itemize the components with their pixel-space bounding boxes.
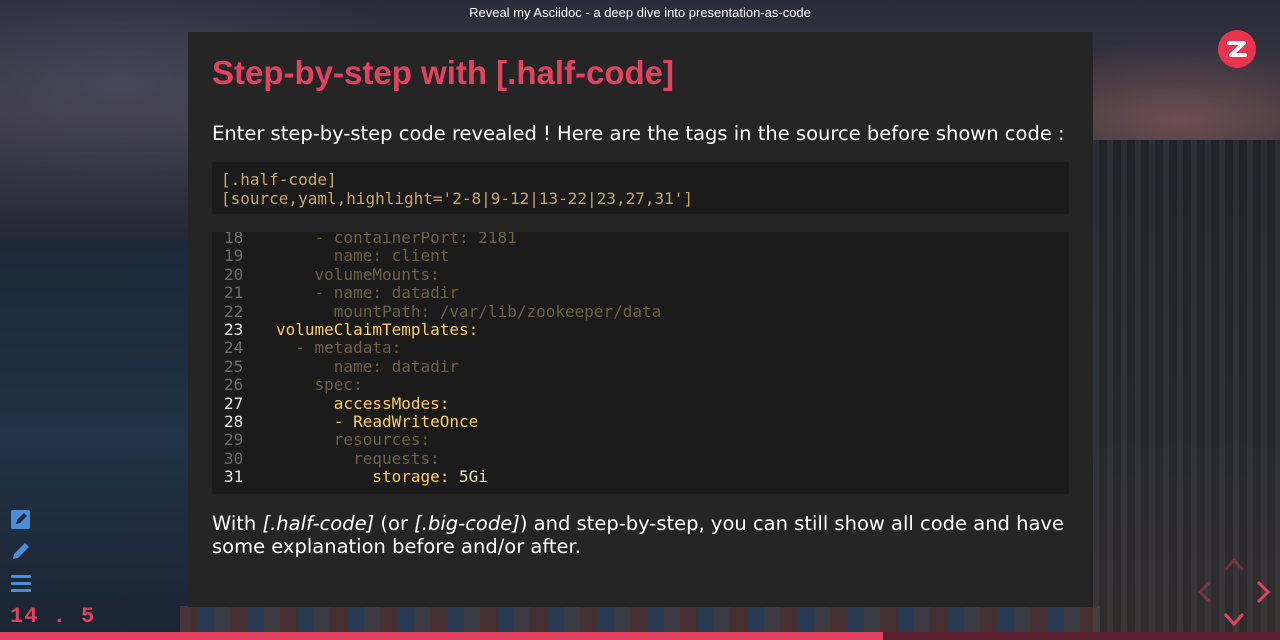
code-key: volumeClaimTemplates: — [276, 320, 479, 339]
navigation-arrows-icon[interactable] — [1196, 556, 1272, 628]
progress-fill — [0, 632, 884, 640]
edit-icon[interactable] — [10, 508, 32, 530]
outro-text: (or — [374, 512, 415, 535]
code-block: 18 - containerPort: 2181 19 name: client 2… — [212, 232, 1069, 494]
code-text: name: client — [276, 246, 450, 266]
line-number: 22 — [224, 301, 244, 321]
slide-outro: With [.half-code] (or [.big-code]) and s… — [212, 512, 1072, 558]
outro-text: With — [212, 512, 263, 535]
code-key: - ReadWriteOnce — [276, 412, 479, 431]
line-number: 29 — [224, 430, 244, 450]
line-number: 24 — [224, 338, 244, 358]
side-toolbar — [10, 508, 32, 604]
presentation-title: Reveal my Asciidoc - a deep dive into pr… — [469, 5, 811, 20]
code-value: 5Gi — [449, 467, 488, 487]
slide-title: Step-by-step with [.half-code] — [212, 54, 674, 91]
slide-intro: Enter step-by-step code revealed ! Here … — [212, 122, 1065, 145]
outro-code-ref: [.big-code] — [414, 512, 520, 535]
code-key: name: client — [276, 246, 450, 266]
code-key: requests: — [276, 448, 440, 468]
source-tag-line: [source,yaml,highlight='2-8|9-12|13-22|2… — [221, 189, 694, 208]
code-text: spec: — [276, 376, 363, 394]
line-number: 27 — [224, 393, 244, 413]
line-number: 20 — [224, 264, 244, 284]
code-key: - metadata: — [276, 338, 402, 358]
code-text: requests: — [276, 448, 440, 468]
code-text: - ReadWriteOnce — [276, 412, 479, 431]
slide: Step-by-step with [.half-code] Enter ste… — [188, 32, 1093, 607]
code-text: name: datadir — [276, 356, 460, 376]
line-number: 19 — [224, 246, 244, 266]
code-text: volumeMounts: — [276, 264, 440, 284]
code-key: - name: datadir — [276, 283, 460, 303]
code-line: 23 volumeClaimTemplates: — [212, 321, 1069, 339]
source-tags-block: [.half-code] [source,yaml,highlight='2-8… — [212, 162, 1069, 214]
outro-code-ref: [.half-code] — [262, 512, 375, 535]
code-text: resources: — [276, 431, 430, 449]
logo-icon — [1218, 30, 1256, 68]
code-key: volumeMounts: — [276, 264, 440, 284]
code-text: - name: datadir — [276, 283, 460, 303]
code-text: storage: 5Gi — [276, 468, 488, 486]
code-line: 27 accessModes: — [212, 393, 1069, 413]
code-line: 18 - containerPort: 2181 — [212, 232, 1069, 247]
code-line: 28 - ReadWriteOnce — [212, 413, 1069, 431]
slide-number: 14 . 5 — [10, 604, 96, 629]
line-number: 18 — [224, 232, 244, 247]
code-line: 29 resources: — [212, 431, 1069, 449]
line-number: 30 — [224, 448, 244, 468]
code-key: accessModes: — [276, 393, 450, 413]
code-key: storage: — [276, 467, 450, 487]
code-text: volumeClaimTemplates: — [276, 321, 478, 339]
code-text: - containerPort: 2181 — [276, 232, 517, 247]
menu-icon[interactable] — [10, 572, 32, 594]
code-text: - metadata: — [276, 339, 401, 357]
code-key: mountPath: /var/lib/zookeeper/data — [276, 301, 662, 321]
code-line: 20 volumeMounts: — [212, 264, 1069, 284]
code-key: resources: — [276, 430, 431, 450]
line-number: 28 — [224, 412, 244, 431]
line-number: 31 — [224, 467, 244, 487]
code-line: 30 requests: — [212, 448, 1069, 468]
code-line: 19 name: client — [212, 247, 1069, 265]
line-number: 25 — [224, 356, 244, 376]
source-tag-line: [.half-code] — [221, 170, 337, 189]
code-text: accessModes: — [276, 393, 450, 413]
code-key: spec: — [276, 375, 363, 395]
code-text: mountPath: /var/lib/zookeeper/data — [276, 301, 662, 321]
code-key: name: datadir — [276, 356, 460, 376]
code-line: 31 storage: 5Gi — [212, 468, 1069, 486]
code-line: 21 - name: datadir — [212, 284, 1069, 302]
pencil-icon[interactable] — [10, 540, 32, 562]
line-number: 26 — [224, 375, 244, 395]
line-number: 23 — [224, 320, 244, 339]
code-line: 26 spec: — [212, 376, 1069, 394]
code-key: - containerPort: 2181 — [276, 232, 517, 247]
code-line: 24 - metadata: — [212, 339, 1069, 357]
code-line: 22 mountPath: /var/lib/zookeeper/data — [212, 301, 1069, 321]
code-line: 25 name: datadir — [212, 356, 1069, 376]
line-number: 21 — [224, 283, 244, 303]
